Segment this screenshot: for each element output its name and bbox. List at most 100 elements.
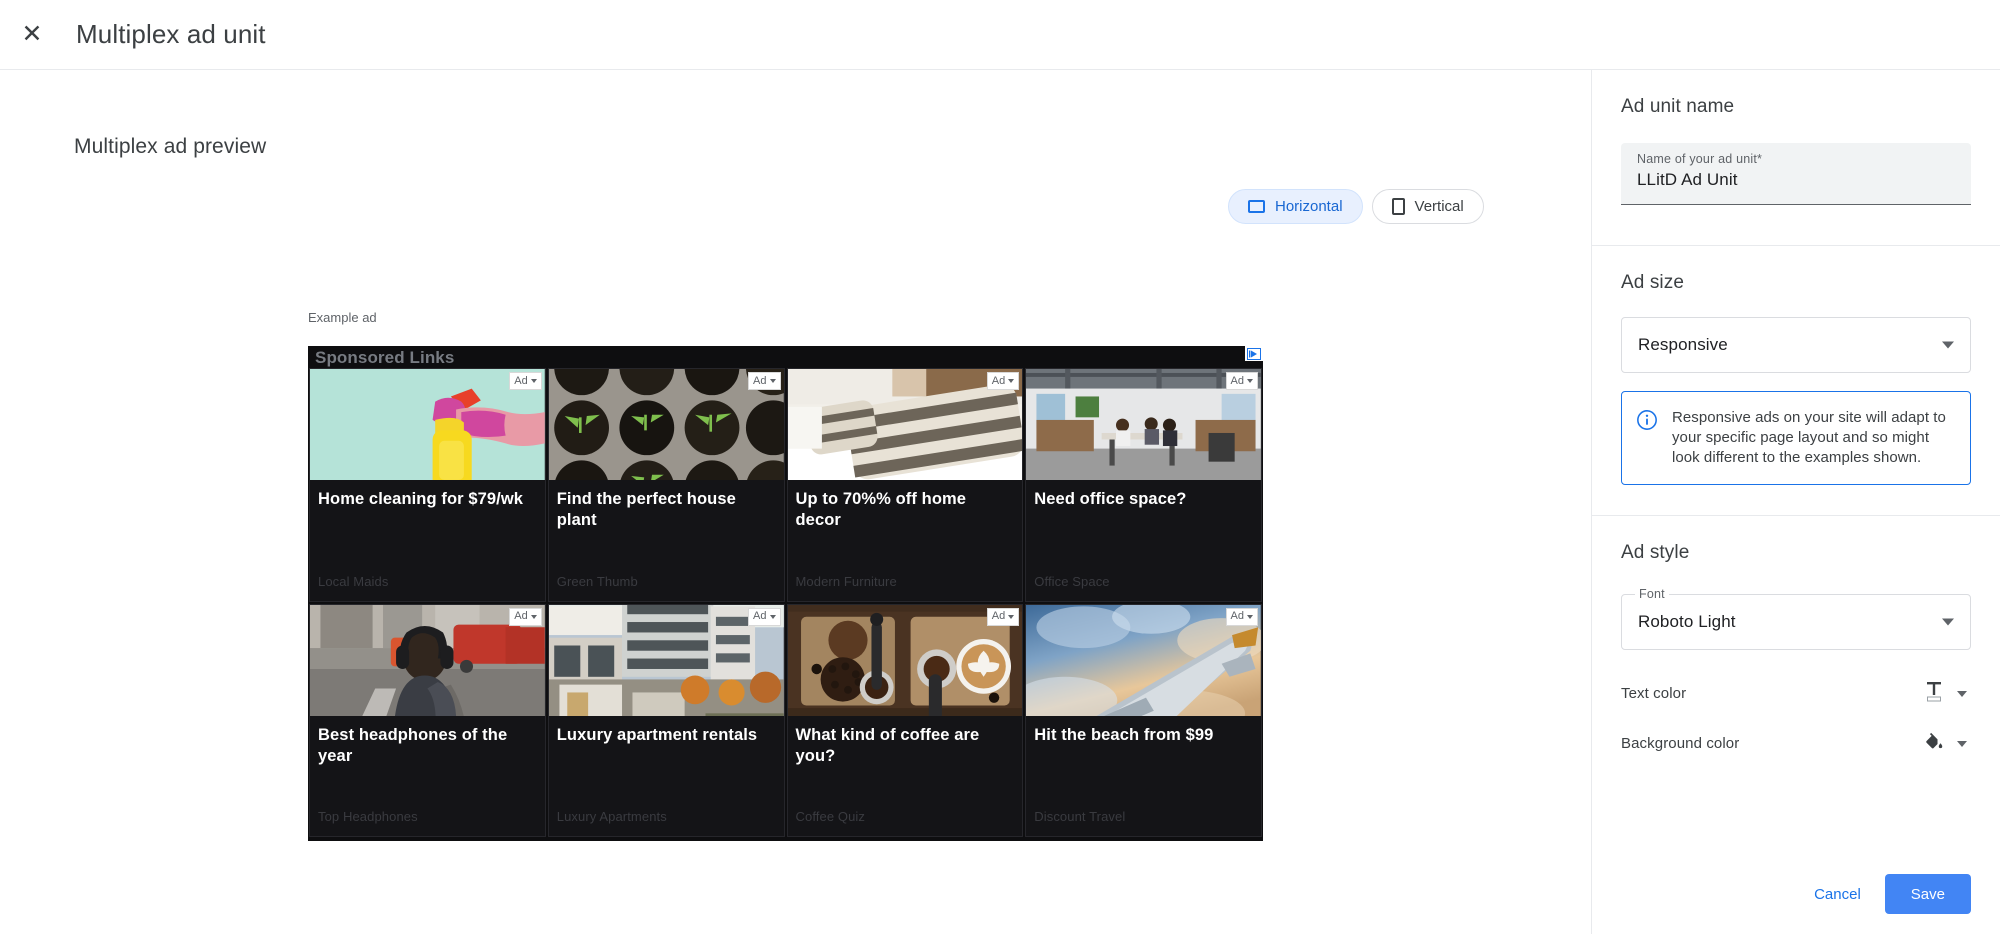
ad-size-heading: Ad size bbox=[1621, 272, 1685, 293]
ad-unit-name-label: Name of your ad unit* bbox=[1637, 152, 1763, 166]
ad-card-title: Hit the beach from $99 bbox=[1034, 725, 1214, 744]
sponsored-links-label: Sponsored Links bbox=[315, 347, 455, 367]
font-select[interactable]: Font Roboto Light bbox=[1621, 586, 1971, 650]
ad-card-advertiser: Discount Travel bbox=[1034, 809, 1126, 824]
dialog-header: ✕ Multiplex ad unit bbox=[0, 0, 2000, 70]
preview-heading: Multiplex ad preview bbox=[74, 135, 267, 158]
text-color-label: Text color bbox=[1621, 685, 1687, 703]
chevron-down-icon bbox=[769, 379, 776, 383]
ad-badge-label: Ad bbox=[753, 610, 767, 622]
ad-badge-label: Ad bbox=[753, 374, 767, 387]
ad-card-body: Home cleaning for $79/wk Local Maids bbox=[310, 480, 545, 601]
chevron-down-icon bbox=[530, 379, 537, 383]
page-title: Multiplex ad unit bbox=[76, 19, 266, 49]
background-color-picker[interactable] bbox=[1919, 727, 1971, 761]
chevron-down-icon bbox=[1247, 379, 1253, 383]
rectangle-horizontal-icon bbox=[1248, 200, 1265, 213]
font-select-label: Font bbox=[1635, 586, 1669, 601]
ad-card-advertiser: Luxury Apartments bbox=[556, 809, 667, 824]
ad-card-body: Up to 70%% off home decor Modern Furnitu… bbox=[788, 480, 1023, 601]
font-select-value: Roboto Light bbox=[1638, 611, 1736, 631]
orientation-toggle-vertical[interactable]: Vertical bbox=[1371, 189, 1484, 224]
preview-pane: Multiplex ad preview Horizontal Vertical… bbox=[0, 70, 1591, 934]
orientation-toggle-horizontal-label: Horizontal bbox=[1275, 198, 1343, 215]
ad-card-body: Need office space? Office Space bbox=[1026, 480, 1261, 601]
ad-size-select[interactable]: Responsive bbox=[1621, 317, 1971, 373]
chevron-down-icon bbox=[1942, 618, 1954, 626]
ad-card[interactable]: Ad Need office space? Office Space bbox=[1025, 368, 1262, 602]
ad-card-title: Luxury apartment rentals bbox=[556, 725, 758, 744]
ad-card[interactable]: Ad Home cleaning for $79/wk Local Maids bbox=[309, 368, 546, 602]
ad-card[interactable]: Ad Up to 70%% off home decor Modern Furn… bbox=[786, 368, 1024, 602]
chevron-down-icon bbox=[530, 614, 537, 619]
ad-badge-label: Ad bbox=[514, 374, 528, 387]
ad-unit-header: Sponsored Links bbox=[308, 346, 1263, 368]
ad-card[interactable]: Ad Find the perfect house plant Green Th… bbox=[547, 368, 785, 602]
info-icon bbox=[1636, 409, 1658, 431]
ad-disclosure-badge[interactable]: Ad bbox=[986, 607, 1020, 626]
chevron-down-icon bbox=[1008, 379, 1015, 383]
save-button[interactable]: Save bbox=[1884, 874, 1971, 914]
sidebar-footer: Cancel Save bbox=[1798, 874, 1971, 914]
ad-badge-label: Ad bbox=[514, 610, 528, 622]
ad-size-select-value: Responsive bbox=[1638, 335, 1728, 354]
fill-bucket-icon bbox=[1923, 731, 1944, 757]
chevron-down-icon bbox=[769, 614, 776, 619]
text-color-row: Text color bbox=[1621, 674, 1971, 714]
settings-sidebar: Ad unit name Name of your ad unit* LLitD… bbox=[1591, 70, 2000, 934]
section-ad-size: Ad size Responsive Responsive ads on you… bbox=[1592, 246, 2000, 515]
ad-card-advertiser: Modern Furniture bbox=[795, 573, 897, 589]
background-color-label: Background color bbox=[1621, 735, 1740, 753]
ad-card-body: Hit the beach from $99 Discount Travel bbox=[1026, 716, 1261, 837]
section-ad-style: Ad style Font Roboto Light Text color Ba… bbox=[1592, 516, 2000, 764]
close-icon: ✕ bbox=[21, 20, 43, 48]
ad-preview-unit: Sponsored Links Ad Home cleaning for $79… bbox=[308, 346, 1263, 841]
cancel-button[interactable]: Cancel bbox=[1798, 874, 1877, 914]
text-color-picker[interactable] bbox=[1920, 677, 1971, 711]
ad-unit-name-input[interactable]: Name of your ad unit* LLitD Ad Unit bbox=[1621, 143, 1971, 205]
orientation-toggle-horizontal[interactable]: Horizontal bbox=[1228, 189, 1363, 224]
ad-card-advertiser: Top Headphones bbox=[318, 809, 418, 824]
ad-badge-label: Ad bbox=[1230, 610, 1244, 622]
ad-unit-name-value: LLitD Ad Unit bbox=[1637, 170, 1738, 189]
ad-card-grid: Ad Home cleaning for $79/wk Local Maids bbox=[308, 368, 1263, 839]
ad-card-body: Luxury apartment rentals Luxury Apartmen… bbox=[549, 716, 784, 837]
chevron-down-icon bbox=[1957, 690, 1967, 697]
ad-card-body: What kind of coffee are you? Coffee Quiz bbox=[788, 716, 1023, 837]
ad-card-title: Find the perfect house plant bbox=[556, 490, 736, 530]
example-ad-label: Example ad bbox=[308, 310, 377, 325]
ad-disclosure-badge[interactable]: Ad bbox=[1225, 607, 1258, 626]
responsive-info-box: Responsive ads on your site will adapt t… bbox=[1621, 391, 1971, 485]
ad-disclosure-badge[interactable]: Ad bbox=[509, 372, 542, 390]
ad-disclosure-badge[interactable]: Ad bbox=[986, 372, 1020, 390]
ad-card-title: Up to 70%% off home decor bbox=[795, 490, 967, 530]
ad-card-advertiser: Local Maids bbox=[318, 573, 389, 589]
chevron-down-icon bbox=[1008, 614, 1015, 619]
multiplex-ad-unit-dialog: ✕ Multiplex ad unit Multiplex ad preview… bbox=[0, 0, 2000, 934]
ad-card-body: Find the perfect house plant Green Thumb bbox=[549, 480, 784, 601]
ad-disclosure-badge[interactable]: Ad bbox=[1225, 372, 1258, 390]
background-color-row: Background color bbox=[1621, 724, 1971, 764]
chevron-down-icon bbox=[1247, 614, 1253, 619]
ad-disclosure-badge[interactable]: Ad bbox=[509, 607, 542, 626]
ad-disclosure-badge[interactable]: Ad bbox=[748, 372, 781, 390]
ad-card[interactable]: Ad What kind of coffee are you? Coffee Q… bbox=[786, 603, 1024, 837]
text-color-icon bbox=[1924, 681, 1944, 707]
ad-card[interactable]: Ad Best headphones of the year Top Headp… bbox=[309, 603, 546, 837]
ad-unit-name-heading: Ad unit name bbox=[1621, 96, 1735, 117]
ad-card[interactable]: Ad Luxury apartment rentals Luxury Apart… bbox=[547, 603, 785, 837]
ad-card[interactable]: Ad Hit the beach from $99 Discount Trave… bbox=[1025, 603, 1262, 837]
adchoices-icon[interactable] bbox=[1245, 346, 1263, 361]
close-button[interactable]: ✕ bbox=[8, 11, 56, 59]
chevron-down-icon bbox=[1942, 341, 1954, 349]
ad-card-advertiser: Green Thumb bbox=[556, 573, 638, 589]
ad-style-heading: Ad style bbox=[1621, 541, 1690, 563]
ad-disclosure-badge[interactable]: Ad bbox=[748, 607, 781, 626]
ad-card-body: Best headphones of the year Top Headphon… bbox=[310, 716, 545, 837]
section-ad-unit-name: Ad unit name Name of your ad unit* LLitD… bbox=[1592, 70, 2000, 245]
ad-card-title: Best headphones of the year bbox=[318, 725, 508, 765]
responsive-info-text: Responsive ads on your site will adapt t… bbox=[1672, 409, 1946, 466]
ad-card-advertiser: Office Space bbox=[1034, 573, 1110, 589]
chevron-down-icon bbox=[1957, 740, 1967, 747]
orientation-toggle-vertical-label: Vertical bbox=[1414, 198, 1464, 215]
